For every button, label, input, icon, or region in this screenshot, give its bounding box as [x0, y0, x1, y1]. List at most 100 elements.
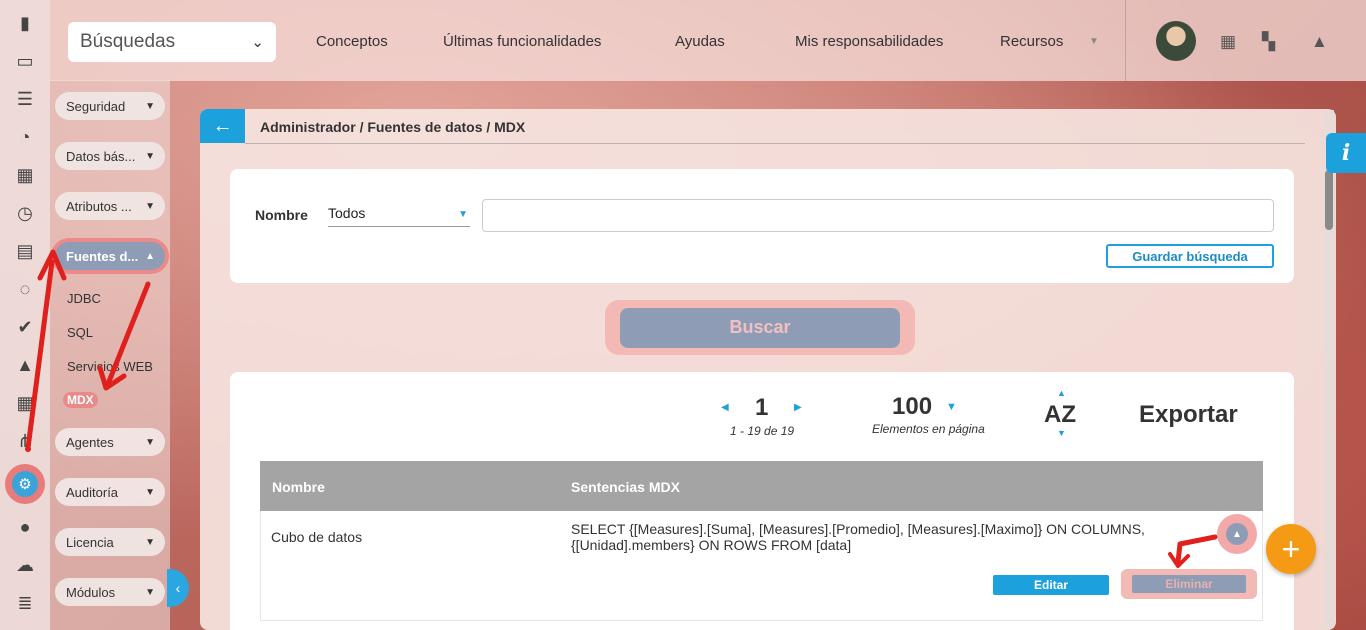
admin-sidebar: Seguridad ▼ Datos bás... ▼ Atributos ... ▼ …	[50, 80, 170, 630]
info-icon[interactable]: i	[1326, 133, 1366, 173]
settings-icon[interactable]: ⚙	[5, 464, 45, 504]
caret-down-icon: ▼	[145, 150, 155, 162]
sidebar-group-label: Licencia	[66, 534, 114, 550]
icon-rail: ▮ ▭ ☰ ◔ ▦ ◷ ▤ ◌ ✔ ▲ ▦ ⋔ ⚙ ● ☁ ≣	[0, 0, 50, 630]
expand-highlight: ▲	[1217, 514, 1257, 554]
caret-up-icon: ▲	[145, 250, 155, 262]
clock-icon[interactable]: ◷	[10, 198, 40, 228]
nav-recursos[interactable]: Recursos	[1000, 33, 1063, 50]
row-name: Cubo de datos	[271, 529, 363, 545]
cloud-icon[interactable]: ☁	[10, 550, 40, 580]
sidebar-group-atributos[interactable]: Atributos ... ▼	[55, 192, 165, 220]
sidebar-group-auditoria[interactable]: Auditoría ▼	[55, 478, 165, 506]
caret-down-icon: ▼	[145, 100, 155, 112]
chart-bar-icon[interactable]: ▮	[10, 8, 40, 38]
sidebar-group-agentes[interactable]: Agentes ▼	[55, 428, 165, 456]
caret-down-icon: ▼	[145, 436, 155, 448]
plus-icon: +	[1281, 530, 1301, 567]
sidebar-group-label: Módulos	[66, 584, 116, 600]
caret-down-icon: ▼	[458, 209, 468, 220]
chevron-down-icon: ⌄	[251, 34, 264, 51]
chevron-left-icon: ‹	[175, 580, 181, 596]
filter-text-input[interactable]	[482, 199, 1274, 232]
nav-mis-responsabilidades[interactable]: Mis responsabilidades	[795, 33, 943, 50]
save-search-button[interactable]: Guardar búsqueda	[1106, 244, 1274, 268]
presentation-icon[interactable]: ▭	[10, 46, 40, 76]
sidebar-item-sql[interactable]: SQL	[67, 325, 93, 340]
check-circle-icon[interactable]: ✔	[10, 312, 40, 342]
search-button[interactable]: Buscar	[620, 307, 900, 348]
delete-button[interactable]: Eliminar	[1132, 575, 1246, 593]
results-panel: ◀ 1 ▶ 1 - 19 de 19 100 ▼ Elementos en pá…	[230, 372, 1294, 630]
sidebar-group-label: Fuentes d...	[66, 248, 139, 264]
delete-highlight: Eliminar	[1121, 569, 1257, 599]
sidebar-group-label: Seguridad	[66, 98, 126, 114]
map-icon[interactable]: ▚	[1262, 32, 1275, 52]
workflow-icon[interactable]: ⋔	[10, 426, 40, 456]
sidebar-group-modulos[interactable]: Módulos ▼	[55, 578, 165, 606]
filter-label: Nombre	[255, 207, 308, 223]
warning-icon[interactable]: ▲	[10, 350, 40, 380]
sidebar-group-label: Atributos ...	[66, 198, 132, 214]
export-button[interactable]: Exportar	[1139, 401, 1238, 429]
edit-button[interactable]: Editar	[993, 575, 1109, 595]
cycle-icon[interactable]: ◌	[10, 274, 40, 304]
search-select-label: Búsquedas	[80, 31, 176, 52]
sort-down-icon[interactable]: ▼	[1057, 428, 1066, 438]
arrow-left-icon: ←	[212, 114, 233, 137]
nav-ultimas-funcionalidades[interactable]: Últimas funcionalidades	[443, 33, 601, 50]
gantt-icon[interactable]: ☰	[10, 84, 40, 114]
document-icon[interactable]: ▤	[10, 236, 40, 266]
sidebar-group-licencia[interactable]: Licencia ▼	[55, 528, 165, 556]
divider	[1125, 0, 1126, 81]
row-sentence: SELECT {[Measures].[Suma], [Measures].[P…	[571, 521, 1145, 553]
sort-button[interactable]: AZ	[1044, 401, 1076, 429]
sidebar-group-seguridad[interactable]: Seguridad ▼	[55, 92, 165, 120]
search-select[interactable]: Búsquedas ⌄	[68, 22, 276, 62]
sidebar-item-jdbc[interactable]: JDBC	[67, 291, 101, 306]
back-button[interactable]: ←	[200, 109, 245, 143]
sort-up-icon[interactable]: ▲	[1057, 388, 1066, 398]
nav-conceptos[interactable]: Conceptos	[316, 33, 388, 50]
filter-panel: Nombre Todos ▼ Guardar búsqueda	[230, 169, 1294, 283]
search-button-highlight: Buscar	[605, 300, 915, 355]
page-range: 1 - 19 de 19	[730, 424, 795, 438]
top-bar: Búsquedas ⌄ Conceptos Últimas funcionali…	[50, 0, 1366, 81]
scrollbar-thumb[interactable]	[1325, 170, 1333, 230]
caret-down-icon: ▼	[145, 586, 155, 598]
sidebar-group-label: Auditoría	[66, 484, 119, 500]
filter-select[interactable]: Todos ▼	[328, 205, 470, 227]
table-row[interactable]: Cubo de datos SELECT {[Measures].[Suma],…	[260, 511, 1263, 621]
sidebar-item-mdx[interactable]: MDX	[63, 392, 98, 408]
chevron-up-icon[interactable]: ▲	[1226, 523, 1248, 545]
calendar-icon[interactable]: ▦	[1220, 32, 1236, 52]
column-header-sentencias[interactable]: Sentencias MDX	[571, 479, 680, 495]
bell-icon[interactable]: ▲	[1311, 32, 1328, 52]
filter-select-value: Todos	[328, 205, 366, 221]
next-page-icon[interactable]: ▶	[794, 402, 802, 413]
scrollbar[interactable]	[1324, 110, 1334, 628]
page-number: 1	[755, 394, 769, 421]
nav-ayudas[interactable]: Ayudas	[675, 33, 725, 50]
main-panel: ← Administrador / Fuentes de datos / MDX…	[200, 109, 1336, 630]
table-header: Nombre Sentencias MDX	[260, 461, 1263, 511]
avatar[interactable]	[1156, 21, 1196, 61]
sidebar-group-fuentes-de-datos[interactable]: Fuentes d... ▲	[55, 242, 165, 270]
pie-chart-icon[interactable]: ◔	[10, 122, 40, 152]
caret-down-icon: ▼	[145, 200, 155, 212]
add-button[interactable]: +	[1266, 524, 1316, 574]
prev-page-icon[interactable]: ◀	[721, 402, 729, 413]
caret-down-icon: ▼	[1089, 36, 1099, 47]
column-header-nombre[interactable]: Nombre	[272, 479, 325, 495]
per-page-value[interactable]: 100	[892, 393, 932, 421]
divider	[245, 143, 1305, 144]
sidebar-group-datos-basicos[interactable]: Datos bás... ▼	[55, 142, 165, 170]
calendar-icon[interactable]: ▦	[10, 388, 40, 418]
list-icon[interactable]: ≣	[10, 588, 40, 618]
map-icon[interactable]: ▦	[10, 160, 40, 190]
users-icon[interactable]: ●	[10, 512, 40, 542]
sidebar-item-servicios-web[interactable]: Servicios WEB	[67, 359, 153, 374]
sidebar-group-label: Datos bás...	[66, 148, 136, 164]
caret-down-icon[interactable]: ▼	[946, 401, 957, 413]
caret-down-icon: ▼	[145, 486, 155, 498]
